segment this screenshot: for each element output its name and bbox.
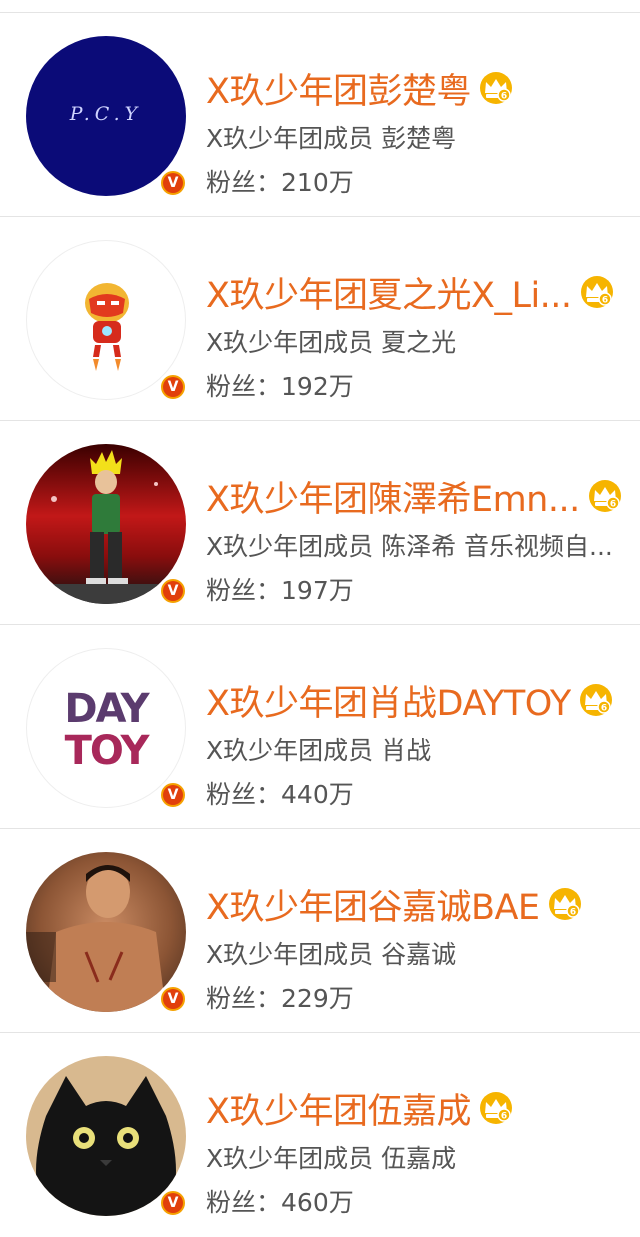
list-item[interactable]: V X玖少年团夏之光X_Li... 6 X玖少年团成员 夏之光 粉丝：192万 [0,217,640,421]
list-item[interactable]: V X玖少年团谷嘉诚BAE 6 X玖少年团成员 谷嘉诚 粉丝：229万 [0,829,640,1033]
top-divider [0,0,640,13]
avatar-container[interactable]: V [26,444,188,606]
fans-count: 粉丝：210万 [206,168,354,197]
svg-text:6: 6 [501,92,507,102]
avatar-container[interactable]: P.C.Y V [26,36,188,198]
crown-member-icon: 6 [580,276,613,308]
list-item[interactable]: DAY TOY V X玖少年团肖战DAYTOY 6 X玖少年团成员 肖战 粉丝：… [0,625,640,829]
verified-v-icon: V [158,1188,188,1218]
avatar-logo-text-top: DAY [64,686,149,732]
svg-text:6: 6 [601,296,607,306]
user-description: X玖少年团成员 夏之光 [206,328,457,357]
user-name[interactable]: X玖少年团谷嘉诚BAE [206,879,540,930]
crown-member-icon: 6 [479,72,512,104]
avatar-container[interactable]: V [26,1056,188,1218]
verified-v-icon: V [158,372,188,402]
verified-v-icon: V [158,780,188,810]
fans-count: 粉丝：192万 [206,372,354,401]
user-name[interactable]: X玖少年团陳澤希Emn... [206,471,580,522]
svg-text:6: 6 [501,1112,507,1122]
user-name[interactable]: X玖少年团彭楚粤 [206,63,471,114]
crown-member-icon: 6 [588,480,621,512]
user-name[interactable]: X玖少年团肖战DAYTOY [206,675,571,726]
svg-text:6: 6 [569,908,575,918]
avatar-container[interactable]: DAY TOY V [26,648,188,810]
user-description: X玖少年团成员 陈泽希 音乐视频自... [206,532,613,561]
list-item[interactable]: P.C.Y V X玖少年团彭楚粤 6 X玖少年团成员 彭楚粤 粉丝：210万 [0,13,640,217]
verified-v-icon: V [158,984,188,1014]
avatar-container[interactable]: V [26,852,188,1014]
crown-member-icon: 6 [579,684,612,716]
avatar-logo-text-bottom: TOY [64,728,150,774]
verified-v-icon: V [158,576,188,606]
crown-member-icon: 6 [548,888,581,920]
verified-v-icon: V [158,168,188,198]
avatar-container[interactable]: V [26,240,188,402]
user-list: P.C.Y V X玖少年团彭楚粤 6 X玖少年团成员 彭楚粤 粉丝：210万 V… [0,13,640,1237]
fans-count: 粉丝：197万 [206,576,354,605]
user-description: X玖少年团成员 肖战 [206,736,432,765]
crown-member-icon: 6 [479,1092,512,1124]
svg-text:6: 6 [610,500,616,510]
user-name[interactable]: X玖少年团夏之光X_Li... [206,267,572,318]
user-description: X玖少年团成员 伍嘉成 [206,1144,457,1173]
fans-count: 粉丝：229万 [206,984,354,1013]
list-item[interactable]: V X玖少年团陳澤希Emn... 6 X玖少年团成员 陈泽希 音乐视频自... … [0,421,640,625]
avatar-logo-text: P.C.Y [69,103,143,125]
fans-count: 粉丝：440万 [206,780,354,809]
svg-text:6: 6 [601,704,607,714]
list-item[interactable]: V X玖少年团伍嘉成 6 X玖少年团成员 伍嘉成 粉丝：460万 [0,1033,640,1237]
fans-count: 粉丝：460万 [206,1188,354,1217]
user-description: X玖少年团成员 谷嘉诚 [206,940,457,969]
user-description: X玖少年团成员 彭楚粤 [206,124,457,153]
user-name[interactable]: X玖少年团伍嘉成 [206,1083,471,1134]
